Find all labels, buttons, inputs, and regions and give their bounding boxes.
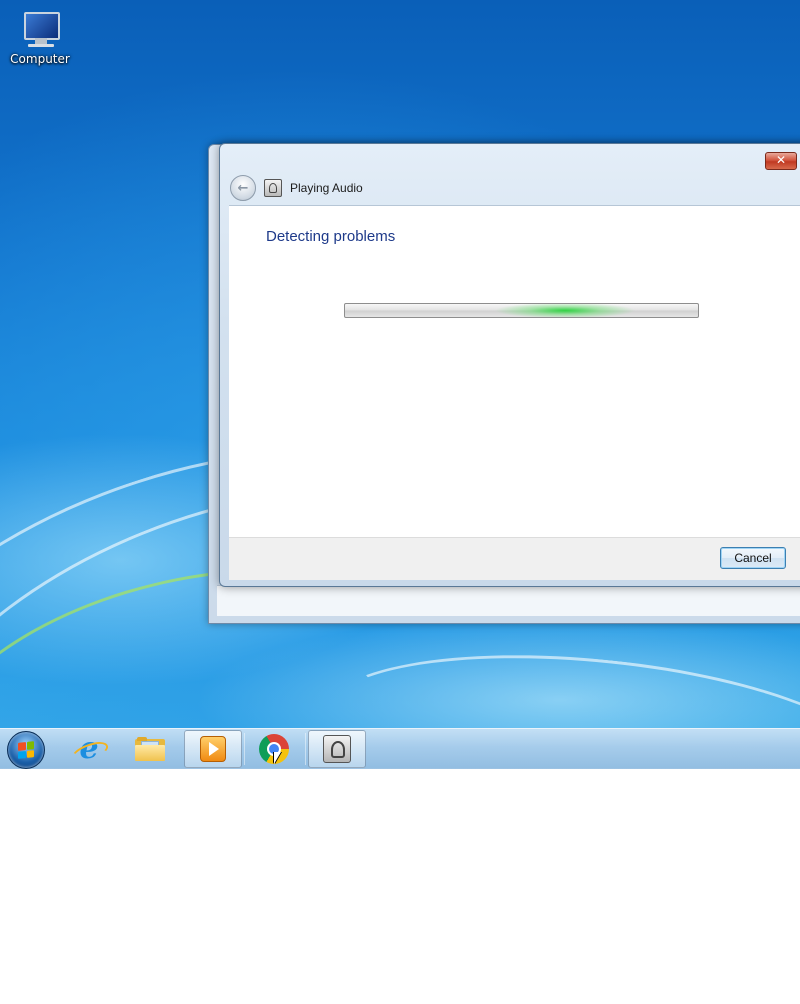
folder-icon (135, 737, 165, 761)
taskbar-item-internet-explorer[interactable]: e (60, 730, 118, 768)
dialog-footer: Cancel (229, 537, 800, 580)
back-arrow-icon[interactable]: ← (230, 175, 256, 201)
dialog-content: Detecting problems (229, 205, 800, 538)
progress-bar (344, 303, 699, 318)
taskbar-item-playing-audio-troubleshooter[interactable] (308, 730, 366, 768)
start-button[interactable] (7, 731, 45, 769)
page-heading: Detecting problems (266, 228, 396, 245)
computer-icon (18, 8, 62, 48)
taskbar: e (0, 728, 800, 769)
media-player-icon (200, 736, 226, 762)
taskbar-item-windows-explorer[interactable] (121, 730, 179, 768)
dialog-nav: ← Playing Audio (230, 175, 363, 201)
cancel-button[interactable]: Cancel (720, 547, 786, 569)
internet-explorer-icon: e (69, 734, 111, 767)
desktop-icon-label: Computer (10, 52, 70, 66)
progress-marquee (495, 304, 635, 317)
mouse-cursor-icon (274, 752, 281, 764)
speaker-icon (264, 179, 282, 197)
speaker-icon (323, 735, 351, 763)
background-window-footer (217, 585, 800, 616)
windows-flag-icon (18, 741, 34, 759)
close-button[interactable]: ✕ (765, 152, 797, 170)
taskbar-item-media-player[interactable] (184, 730, 242, 768)
dialog-title: Playing Audio (290, 181, 363, 195)
troubleshooter-dialog[interactable]: ✕ ← Playing Audio Detecting problems Can… (219, 143, 800, 587)
taskbar-separator (305, 733, 306, 765)
desktop-icon-computer[interactable]: Computer (6, 8, 74, 66)
